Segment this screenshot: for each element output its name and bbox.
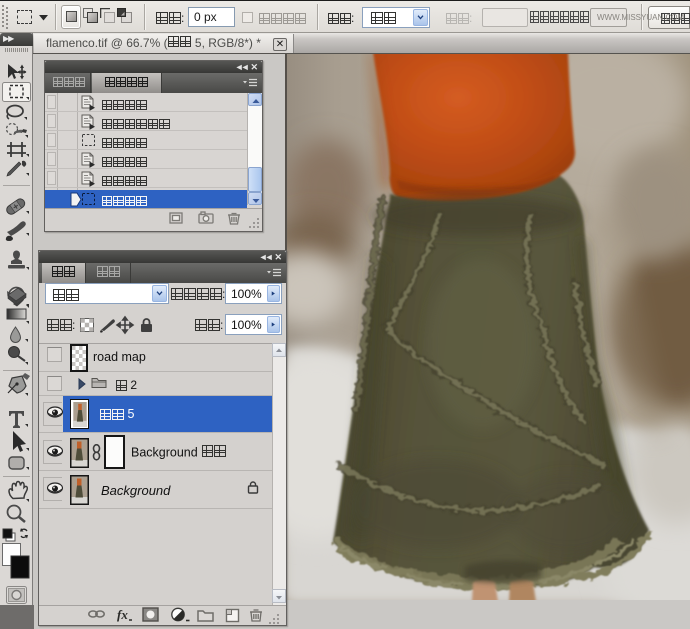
svg-text:fx: fx bbox=[117, 607, 128, 622]
